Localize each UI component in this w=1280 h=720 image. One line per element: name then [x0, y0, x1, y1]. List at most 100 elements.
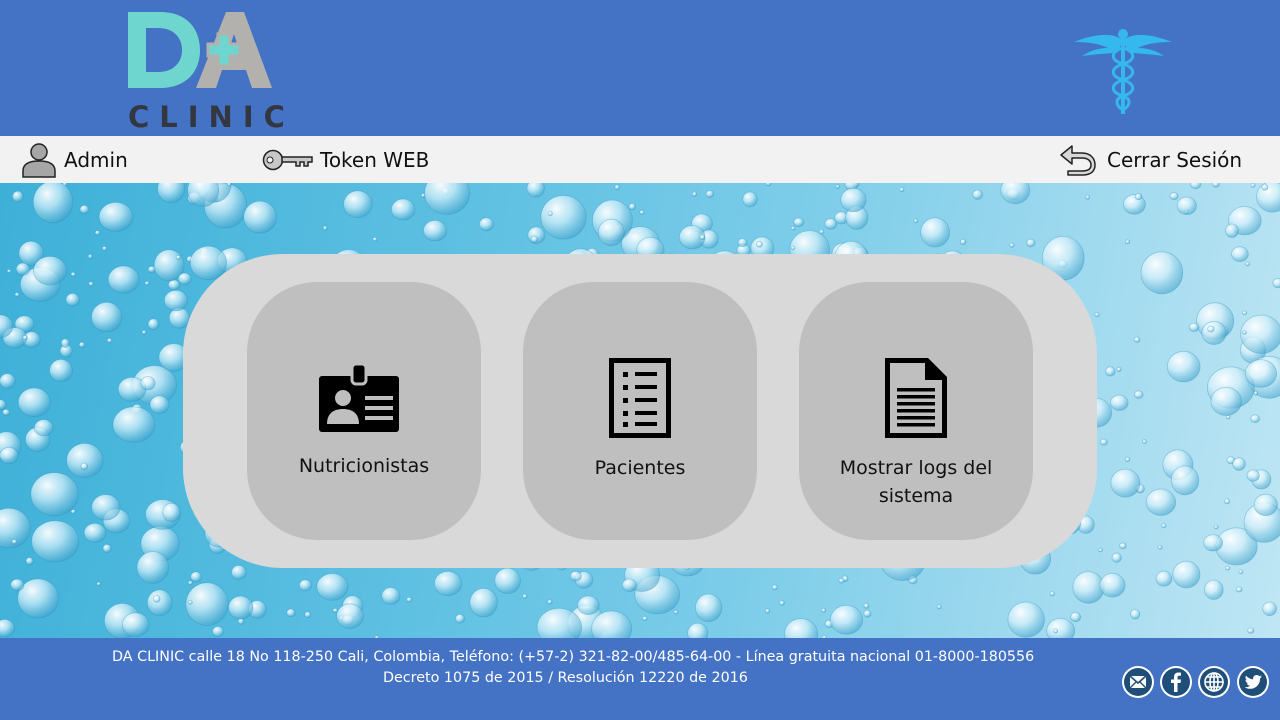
- water-drop: [17, 387, 51, 418]
- water-drop: [540, 195, 587, 240]
- mostrar-logs-label: Mostrar logs del sistema: [839, 457, 993, 507]
- water-drop: [372, 236, 378, 242]
- water-drop: [433, 570, 462, 597]
- admin-menu[interactable]: Admin: [20, 136, 128, 183]
- water-drop: [423, 220, 448, 242]
- water-drop: [80, 462, 89, 471]
- website-button[interactable]: [1198, 666, 1230, 698]
- water-drop: [322, 225, 328, 231]
- water-drop: [187, 580, 193, 586]
- water-drop: [78, 341, 86, 348]
- water-drop: [1272, 278, 1280, 289]
- water-drop: [1224, 498, 1231, 505]
- water-drop: [141, 329, 147, 335]
- water-drop: [972, 189, 983, 200]
- water-drop: [94, 230, 101, 236]
- water-drop: [1099, 573, 1126, 598]
- water-drop: [25, 557, 34, 566]
- water-drop: [1124, 456, 1131, 463]
- water-drop: [737, 238, 748, 248]
- water-drop: [65, 293, 80, 307]
- water-drop: [175, 255, 181, 260]
- logo-mark: [128, 12, 272, 88]
- nutricionistas-button[interactable]: Nutricionistas: [247, 282, 481, 540]
- water-drop: [0, 373, 16, 389]
- water-drop: [1094, 312, 1100, 318]
- nutricionistas-label: Nutricionistas: [298, 455, 430, 477]
- water-drop: [1242, 310, 1248, 316]
- water-drop: [1119, 542, 1127, 550]
- water-drop: [1238, 569, 1244, 575]
- water-drop: [1130, 609, 1141, 620]
- water-drop: [0, 619, 15, 638]
- water-drop: [106, 337, 113, 344]
- water-drop: [530, 235, 539, 243]
- water-drop: [771, 584, 779, 591]
- water-drop: [1085, 194, 1090, 200]
- water-drop: [1072, 571, 1105, 604]
- water-drop: [107, 265, 140, 294]
- water-drop: [60, 338, 70, 348]
- water-drop: [298, 579, 313, 592]
- water-drop: [1201, 320, 1227, 345]
- water-drop: [764, 608, 771, 614]
- water-drop: [70, 271, 76, 277]
- water-drop: [755, 240, 763, 248]
- water-drop: [1046, 618, 1076, 638]
- water-drop: [187, 600, 193, 605]
- twitter-button[interactable]: [1237, 666, 1269, 698]
- id-card-icon: [319, 364, 399, 432]
- water-drop: [1110, 468, 1141, 498]
- logo-clinic-text: CLINIC: [128, 100, 295, 134]
- water-drop: [691, 191, 698, 197]
- water-drop: [1213, 524, 1219, 530]
- water-drop: [49, 359, 73, 383]
- water-drop: [162, 502, 181, 522]
- user-icon: [22, 142, 56, 178]
- water-drop: [286, 608, 296, 618]
- water-drop: [1111, 552, 1122, 563]
- facebook-icon: [1162, 668, 1190, 696]
- water-drop: [343, 190, 373, 219]
- water-drop: [1261, 183, 1269, 191]
- water-drop: [699, 234, 706, 241]
- water-drop: [1170, 465, 1200, 496]
- water-drop: [1166, 350, 1201, 383]
- water-drop: [547, 210, 553, 217]
- mostrar-logs-button[interactable]: Mostrar logs del sistema: [799, 282, 1033, 540]
- globe-icon: [1200, 668, 1228, 696]
- water-drop: [96, 581, 102, 587]
- water-drop: [705, 190, 714, 198]
- token-web-menu[interactable]: Token WEB: [262, 136, 429, 183]
- twitter-icon: [1239, 668, 1267, 696]
- water-drop: [1231, 246, 1249, 262]
- water-drop: [1225, 223, 1239, 238]
- water-drop: [101, 246, 108, 252]
- water-drop: [167, 279, 181, 291]
- water-drop: [1116, 366, 1122, 372]
- water-drop: [381, 587, 401, 605]
- water-drop: [149, 395, 170, 415]
- water-drop: [87, 254, 93, 260]
- water-drop: [469, 588, 498, 618]
- facebook-button[interactable]: [1160, 666, 1192, 698]
- water-drop: [1203, 534, 1223, 552]
- mail-button[interactable]: [1122, 666, 1154, 698]
- pacientes-label: Pacientes: [594, 457, 686, 479]
- water-drop: [821, 607, 827, 613]
- admin-label: Admin: [64, 147, 128, 172]
- caduceus-icon: [1074, 29, 1172, 114]
- da-clinic-logo[interactable]: CLINIC: [126, 10, 285, 134]
- water-drop: [790, 245, 796, 251]
- water-drop: [936, 604, 942, 610]
- document-icon: [885, 358, 947, 438]
- pacientes-button[interactable]: Pacientes: [523, 282, 757, 540]
- water-drop: [1262, 601, 1277, 617]
- logout-button[interactable]: Cerrar Sesión: [1058, 136, 1242, 183]
- water-drop: [112, 406, 156, 443]
- water-drop: [70, 509, 76, 515]
- key-icon: [262, 149, 313, 170]
- water-drop: [642, 615, 648, 621]
- water-drop: [15, 262, 31, 276]
- water-drop: [146, 589, 173, 617]
